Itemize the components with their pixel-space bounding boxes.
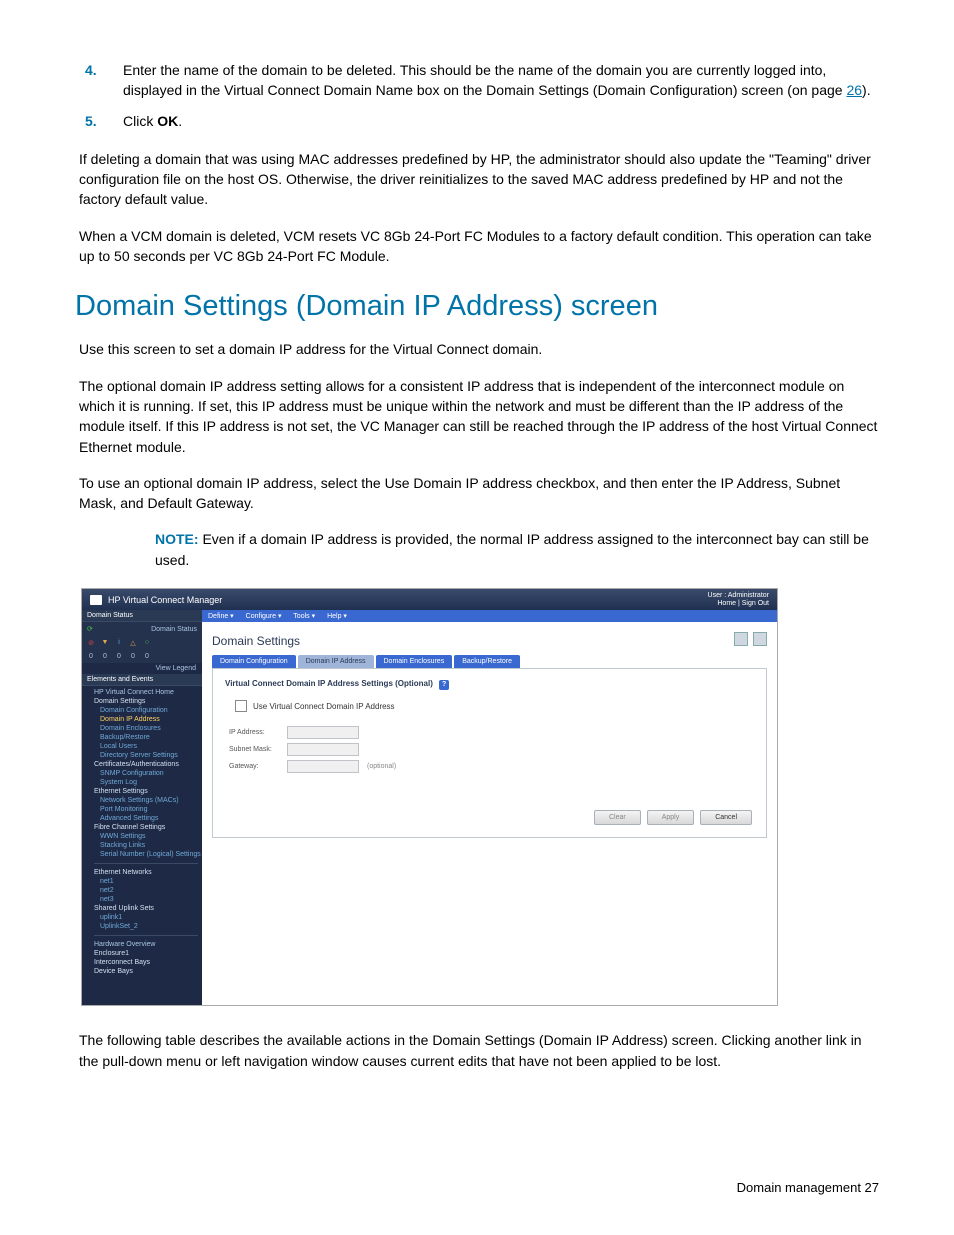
status-critical-icon[interactable]: ⊘ <box>87 639 95 647</box>
tab-backup-restore[interactable]: Backup/Restore <box>454 655 520 668</box>
tabs: Domain Configuration Domain IP Address D… <box>202 655 777 668</box>
status-minor-icon[interactable]: △ <box>129 639 137 647</box>
help-icon[interactable] <box>753 632 767 646</box>
status-warning-icon[interactable]: ▼ <box>101 639 109 647</box>
step-list: 4. Enter the name of the domain to be de… <box>75 60 879 131</box>
note-label: NOTE: <box>155 531 199 547</box>
nav-net1[interactable]: net1 <box>90 877 202 886</box>
paragraph-teaming: If deleting a domain that was using MAC … <box>75 149 879 210</box>
nav-net2[interactable]: net2 <box>90 886 202 895</box>
nav-net3[interactable]: net3 <box>90 895 202 904</box>
nav-directory[interactable]: Directory Server Settings <box>90 751 202 760</box>
nav-fc-settings[interactable]: Fibre Channel Settings <box>90 823 202 832</box>
cancel-button[interactable]: Cancel <box>700 810 752 825</box>
main-content: Define ▾ Configure ▾ Tools ▾ Help ▾ Doma… <box>202 610 777 1005</box>
user-info: User : Administrator Home | Sign Out <box>708 592 769 607</box>
refresh-icon[interactable]: ⟳ <box>87 625 93 633</box>
page-title: Domain Settings <box>212 634 300 648</box>
hp-logo-icon <box>90 595 102 605</box>
gateway-label: Gateway: <box>229 763 287 770</box>
tab-domain-enclosures[interactable]: Domain Enclosures <box>376 655 453 668</box>
panel-title: Virtual Connect Domain IP Address Settin… <box>225 679 754 690</box>
nav-enclosure1[interactable]: Enclosure1 <box>90 949 202 958</box>
nav-home[interactable]: HP Virtual Connect Home <box>90 688 202 697</box>
ip-address-label: IP Address: <box>229 729 287 736</box>
nav-certificates[interactable]: Certificates/Authentications <box>90 760 202 769</box>
tab-domain-config[interactable]: Domain Configuration <box>212 655 296 668</box>
nav-stacking[interactable]: Stacking Links <box>90 841 202 850</box>
subnet-mask-label: Subnet Mask: <box>229 746 287 753</box>
app-title: HP Virtual Connect Manager <box>108 595 222 605</box>
screenshot-domain-settings: HP Virtual Connect Manager User : Admini… <box>81 588 778 1006</box>
nav-wwn[interactable]: WWN Settings <box>90 832 202 841</box>
status-ok-icon[interactable]: ○ <box>143 639 151 647</box>
paragraph-optional-ip: The optional domain IP address setting a… <box>75 376 879 457</box>
nav-uplink1[interactable]: uplink1 <box>90 913 202 922</box>
sidebar: Domain Status ⟳ Domain Status ⊘ ▼ i △ ○ <box>82 610 202 1005</box>
step-number-5: 5. <box>75 111 115 131</box>
nav-port-monitoring[interactable]: Port Monitoring <box>90 805 202 814</box>
nav-uplinkset2[interactable]: UplinkSet_2 <box>90 922 202 931</box>
nav-domain-enclosures[interactable]: Domain Enclosures <box>90 724 202 733</box>
status-icons-row: ⟳ Domain Status <box>82 622 202 636</box>
ip-address-input[interactable] <box>287 726 359 739</box>
nav-ethernet-settings[interactable]: Ethernet Settings <box>90 787 202 796</box>
heading-domain-ip-screen: Domain Settings (Domain IP Address) scre… <box>75 290 879 323</box>
paragraph-vcm-reset: When a VCM domain is deleted, VCM resets… <box>75 226 879 267</box>
nav-ethernet-networks[interactable]: Ethernet Networks <box>90 868 202 877</box>
print-icon[interactable] <box>734 632 748 646</box>
nav-domain-settings[interactable]: Domain Settings <box>90 697 202 706</box>
page-footer: Domain management 27 <box>737 1180 879 1195</box>
nav-local-users[interactable]: Local Users <box>90 742 202 751</box>
note-block: NOTE: Even if a domain IP address is pro… <box>155 529 879 570</box>
nav-network-macs[interactable]: Network Settings (MACs) <box>90 796 202 805</box>
paragraph-table-intro: The following table describes the availa… <box>75 1030 879 1071</box>
note-text: Even if a domain IP address is provided,… <box>155 531 869 567</box>
sidebar-header-elements: Elements and Events <box>82 674 202 686</box>
paragraph-usage: To use an optional domain IP address, se… <box>75 473 879 514</box>
nav-advanced[interactable]: Advanced Settings <box>90 814 202 823</box>
step-text-5: Click OK. <box>115 111 879 131</box>
nav-snmp[interactable]: SNMP Configuration <box>90 769 202 778</box>
nav-interconnect-bays[interactable]: Interconnect Bays <box>90 958 202 967</box>
gateway-hint: (optional) <box>367 763 396 770</box>
nav-domain-ip[interactable]: Domain IP Address <box>90 715 202 724</box>
menu-configure[interactable]: Configure ▾ <box>246 613 282 620</box>
step-text-4: Enter the name of the domain to be delet… <box>115 60 879 101</box>
sidebar-divider <box>94 863 198 864</box>
step-number-4: 4. <box>75 60 115 101</box>
tab-domain-ip[interactable]: Domain IP Address <box>298 655 374 668</box>
menu-tools[interactable]: Tools ▾ <box>293 613 315 620</box>
view-legend-link[interactable]: View Legend <box>82 663 202 674</box>
menu-define[interactable]: Define ▾ <box>208 613 234 620</box>
sidebar-divider-2 <box>94 935 198 936</box>
nav-hardware-overview[interactable]: Hardware Overview <box>90 940 202 949</box>
use-domain-ip-checkbox[interactable] <box>235 700 247 712</box>
panel-help-icon[interactable]: ? <box>439 680 449 690</box>
status-info-icon[interactable]: i <box>115 639 123 647</box>
nav-device-bays[interactable]: Device Bays <box>90 967 202 976</box>
nav-serial[interactable]: Serial Number (Logical) Settings <box>90 850 202 859</box>
nav-shared-uplink[interactable]: Shared Uplink Sets <box>90 904 202 913</box>
clear-button[interactable]: Clear <box>594 810 641 825</box>
app-titlebar: HP Virtual Connect Manager User : Admini… <box>82 589 777 610</box>
nav-domain-config[interactable]: Domain Configuration <box>90 706 202 715</box>
subnet-mask-input[interactable] <box>287 743 359 756</box>
home-signout-links[interactable]: Home | Sign Out <box>708 600 769 608</box>
apply-button[interactable]: Apply <box>647 810 695 825</box>
nav-syslog[interactable]: System Log <box>90 778 202 787</box>
menubar: Define ▾ Configure ▾ Tools ▾ Help ▾ <box>202 610 777 622</box>
paragraph-intro: Use this screen to set a domain IP addre… <box>75 339 879 359</box>
use-domain-ip-label: Use Virtual Connect Domain IP Address <box>253 702 395 711</box>
gateway-input[interactable] <box>287 760 359 773</box>
sidebar-header-domain-status: Domain Status <box>82 610 202 622</box>
menu-help[interactable]: Help ▾ <box>327 613 347 620</box>
nav-backup-restore[interactable]: Backup/Restore <box>90 733 202 742</box>
page-link-26[interactable]: 26 <box>846 82 862 98</box>
settings-panel: Virtual Connect Domain IP Address Settin… <box>212 668 767 838</box>
